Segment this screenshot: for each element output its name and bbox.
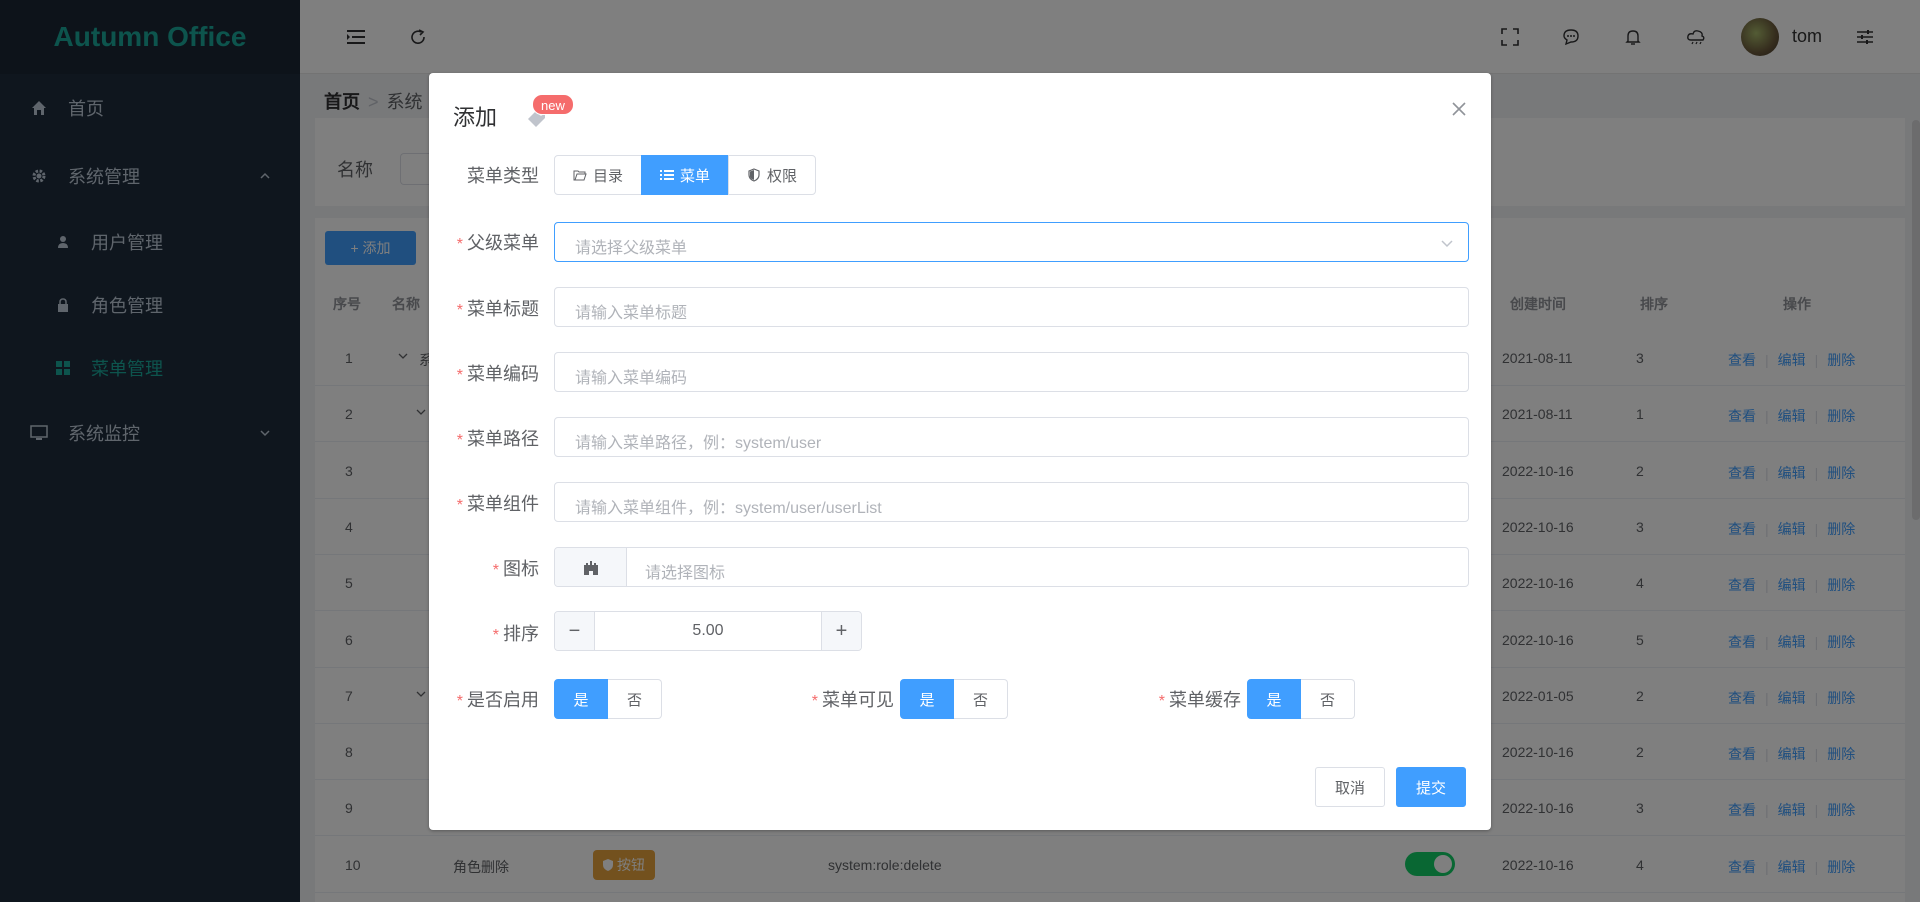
menu-title-input[interactable]: 请输入菜单标题 bbox=[554, 287, 1469, 327]
icon-preview[interactable] bbox=[555, 548, 627, 586]
visible-radio-group: 是 否 bbox=[900, 679, 1008, 719]
menu-type-radio-group: 目录 菜单 权限 bbox=[554, 155, 817, 195]
sort-decrement-button[interactable]: − bbox=[555, 612, 595, 650]
cache-yes[interactable]: 是 bbox=[1247, 679, 1301, 719]
menu-component-input[interactable]: 请输入菜单组件，例：system/user/userList bbox=[554, 482, 1469, 522]
menu-path-label: * 菜单路径 bbox=[456, 429, 539, 449]
icon-placeholder: 请选择图标 bbox=[645, 565, 726, 582]
visible-no[interactable]: 否 bbox=[954, 679, 1008, 719]
menu-component-label: * 菜单组件 bbox=[456, 494, 539, 514]
icon-picker-input[interactable]: 请选择图标 bbox=[554, 547, 1469, 587]
enabled-no[interactable]: 否 bbox=[608, 679, 662, 719]
sort-label: * 排序 bbox=[492, 624, 539, 644]
cache-no[interactable]: 否 bbox=[1301, 679, 1355, 719]
castle-icon bbox=[583, 561, 598, 575]
visible-yes[interactable]: 是 bbox=[900, 679, 954, 719]
menu-component-placeholder: 请输入菜单组件，例：system/user/userList bbox=[575, 500, 882, 517]
menu-title-label: * 菜单标题 bbox=[456, 299, 539, 319]
menu-path-input[interactable]: 请输入菜单路径，例：system/user bbox=[554, 417, 1469, 457]
menu-code-placeholder: 请输入菜单编码 bbox=[575, 370, 688, 387]
shield-icon bbox=[747, 168, 761, 182]
close-icon[interactable] bbox=[1449, 99, 1469, 119]
sort-increment-button[interactable]: + bbox=[821, 612, 861, 650]
submit-button[interactable]: 提交 bbox=[1396, 767, 1466, 807]
menu-code-input[interactable]: 请输入菜单编码 bbox=[554, 352, 1469, 392]
menu-path-placeholder: 请输入菜单路径，例：system/user bbox=[575, 435, 822, 452]
enabled-label: * 是否启用 bbox=[456, 690, 539, 710]
visible-label: * 菜单可见 bbox=[811, 690, 894, 710]
folder-open-icon bbox=[573, 168, 587, 182]
cache-radio-group: 是 否 bbox=[1247, 679, 1355, 719]
new-badge: new bbox=[532, 94, 574, 115]
parent-menu-select[interactable]: 请选择父级菜单 bbox=[554, 222, 1469, 262]
add-menu-dialog: 添加 new 菜单类型 目录 菜单 权限 * 父级菜单 请选择父级菜单 * 菜单标题… bbox=[429, 73, 1491, 830]
sort-stepper: − 5.00 + bbox=[554, 611, 862, 651]
menu-title-placeholder: 请输入菜单标题 bbox=[575, 305, 688, 322]
menu-type-menu[interactable]: 菜单 bbox=[641, 155, 730, 195]
cancel-button[interactable]: 取消 bbox=[1315, 767, 1385, 807]
list-icon bbox=[660, 168, 675, 182]
menu-type-label: 菜单类型 bbox=[467, 166, 539, 186]
icon-label: * 图标 bbox=[492, 559, 539, 579]
parent-menu-placeholder: 请选择父级菜单 bbox=[575, 240, 688, 257]
chevron-down-icon bbox=[1441, 240, 1453, 248]
cache-label: * 菜单缓存 bbox=[1158, 690, 1241, 710]
parent-menu-label: * 父级菜单 bbox=[456, 233, 539, 253]
menu-type-permission[interactable]: 权限 bbox=[728, 155, 817, 195]
menu-type-directory[interactable]: 目录 bbox=[554, 155, 643, 195]
dialog-title: 添加 bbox=[453, 105, 498, 130]
enabled-yes[interactable]: 是 bbox=[554, 679, 608, 719]
enabled-radio-group: 是 否 bbox=[554, 679, 662, 719]
menu-code-label: * 菜单编码 bbox=[456, 364, 539, 384]
sort-value[interactable]: 5.00 bbox=[595, 622, 821, 640]
